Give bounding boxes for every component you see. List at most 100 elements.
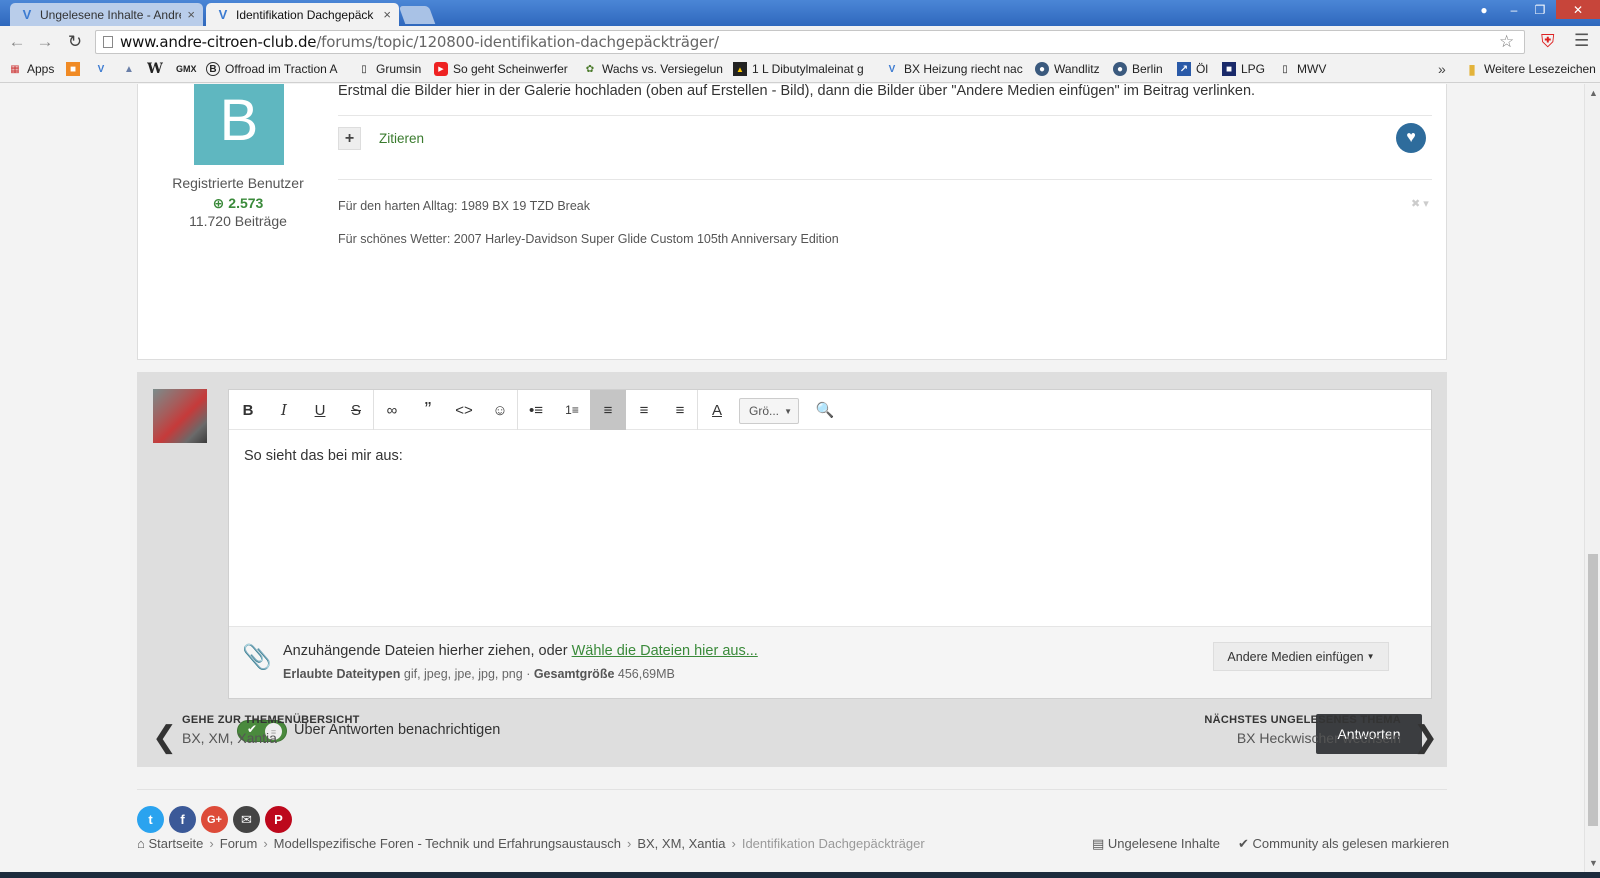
shop-icon: ▲ xyxy=(733,62,747,76)
bookmark-dibutyl[interactable]: ▲ 1 L Dibutylmaleinat g xyxy=(733,62,864,76)
plus-circle-icon: ⊕ xyxy=(212,195,229,211)
tab-close-icon[interactable]: × xyxy=(187,7,195,22)
bookmark-oel[interactable]: ↗ Öl xyxy=(1177,62,1208,76)
next-topic-link[interactable]: NÄCHSTES UNGELESENES THEMA BX Heckwische… xyxy=(1190,714,1401,746)
new-tab-button[interactable] xyxy=(398,6,436,24)
url-path: /forums/topic/120800-identifikation-dach… xyxy=(316,33,719,51)
breadcrumb-item[interactable]: Startseite xyxy=(148,836,203,851)
breadcrumb-separator: › xyxy=(263,836,268,851)
google-plus-share-icon[interactable]: G+ xyxy=(201,806,228,833)
link-icon[interactable]: ∞ xyxy=(374,390,410,430)
browser-menu-icon[interactable]: ☰ xyxy=(1574,31,1594,51)
underline-icon[interactable]: U xyxy=(302,390,338,430)
bookmark-wikipedia[interactable]: W xyxy=(147,61,167,77)
font-size-label: Grö... xyxy=(749,404,780,418)
divider xyxy=(137,789,1447,790)
b-circle-icon: B xyxy=(206,62,220,76)
bookmark-page-icon: ▲ xyxy=(124,63,134,75)
font-size-dropdown[interactable]: Grö... ▼ xyxy=(739,398,799,424)
address-bar[interactable]: www.andre-citroen-club.de/forums/topic/1… xyxy=(95,30,1525,54)
like-heart-icon[interactable]: ♥ xyxy=(1396,123,1426,153)
bookmark-wachs[interactable]: ✿ Wachs vs. Versiegelun xyxy=(583,62,723,76)
page-scrollbar[interactable]: ▲ ▼ xyxy=(1584,84,1600,872)
scroll-thumb[interactable] xyxy=(1588,554,1598,826)
user-profile-icon[interactable]: ● xyxy=(1471,0,1497,19)
choose-files-link[interactable]: Wähle die Dateien hier aus... xyxy=(572,643,758,659)
bookmark-folder-other[interactable]: ▮ Weitere Lesezeichen xyxy=(1465,61,1596,77)
scroll-down-icon[interactable]: ▼ xyxy=(1589,858,1598,868)
bookmark-orange[interactable]: ■ xyxy=(66,62,85,76)
caret-down-icon: ▼ xyxy=(1366,652,1375,661)
mark-community-read-link[interactable]: Community als gelesen markieren xyxy=(1253,836,1450,851)
chevron-right-icon[interactable]: ❯ xyxy=(1413,720,1438,755)
author-avatar[interactable]: B xyxy=(194,84,284,165)
shield-extension-icon[interactable]: ⛨ xyxy=(1541,31,1563,53)
scroll-up-icon[interactable]: ▲ xyxy=(1589,88,1598,98)
prev-topic-label: GEHE ZUR THEMENÜBERSICHT xyxy=(182,714,360,726)
editor-content[interactable]: So sieht das bei mir aus: xyxy=(244,448,403,464)
preview-icon[interactable]: 🔍 xyxy=(807,390,843,430)
email-share-icon[interactable]: ✉ xyxy=(233,806,260,833)
bulleted-list-icon[interactable]: •≡ xyxy=(518,390,554,430)
pinterest-share-icon[interactable]: P xyxy=(265,806,292,833)
breadcrumb: ⌂ Startseite › Forum › Modellspezifische For… xyxy=(137,836,925,851)
breadcrumb-item[interactable]: BX, XM, Xantia xyxy=(637,836,725,851)
facebook-share-icon[interactable]: f xyxy=(169,806,196,833)
bookmark-mwv[interactable]: ▯ MWV xyxy=(1278,62,1326,76)
bookmarks-bar: ▦ Apps ■ V ▲ W GMX B Offroad im Traction… xyxy=(0,58,1600,83)
bookmark-lpg[interactable]: ■ LPG xyxy=(1222,62,1265,76)
align-left-icon[interactable]: ≡ xyxy=(590,390,626,430)
attach-instruction: Anzuhängende Dateien hierher ziehen, ode… xyxy=(283,643,572,659)
window-close-icon[interactable]: ✕ xyxy=(1556,0,1600,19)
bookmark-grumsin[interactable]: ▯ Grumsin xyxy=(357,62,421,76)
forum-post: B Registrierte Benutzer ⊕ 2.573 11.720 B… xyxy=(137,84,1447,360)
quote-link[interactable]: Zitieren xyxy=(379,131,424,146)
bookmark-gmx[interactable]: GMX xyxy=(176,62,202,76)
emoji-icon[interactable]: ☺ xyxy=(482,390,518,430)
total-size: 456,69MB xyxy=(617,667,675,681)
forward-arrow-icon[interactable]: → xyxy=(34,31,56,53)
bookmark-v[interactable]: V xyxy=(94,62,113,76)
multiquote-plus-button[interactable]: + xyxy=(338,127,361,150)
restore-icon[interactable]: ❐ xyxy=(1527,0,1553,19)
box-icon: ■ xyxy=(1222,62,1236,76)
align-right-icon[interactable]: ≡ xyxy=(662,390,698,430)
bookmark-wandlitz[interactable]: ● Wandlitz xyxy=(1035,62,1100,76)
twitter-share-icon[interactable]: t xyxy=(137,806,164,833)
insert-other-media-button[interactable]: Andere Medien einfügen ▼ xyxy=(1213,642,1389,671)
gmx-icon: GMX xyxy=(176,64,197,74)
bookmark-page[interactable]: ▲ xyxy=(122,62,141,76)
browser-tab-topic[interactable]: V Identifikation Dachgepäck × xyxy=(206,3,399,26)
code-icon[interactable]: <> xyxy=(446,390,482,430)
strikethrough-icon[interactable]: S xyxy=(338,390,374,430)
reload-icon[interactable]: ↻ xyxy=(64,31,86,53)
breadcrumb-item[interactable]: Modellspezifische Foren - Technik und Er… xyxy=(274,836,621,851)
minimize-icon[interactable]: – xyxy=(1501,0,1527,19)
italic-icon[interactable]: I xyxy=(266,390,302,430)
numbered-list-icon[interactable]: 1≡ xyxy=(554,390,590,430)
user-avatar[interactable] xyxy=(153,389,207,443)
bookmark-youtube[interactable]: ▶ So geht Scheinwerfer xyxy=(434,62,568,76)
prev-topic-link[interactable]: GEHE ZUR THEMENÜBERSICHT BX, XM, Xantia xyxy=(182,714,360,746)
bookmark-orange-icon: ■ xyxy=(66,62,80,76)
chevron-left-icon[interactable]: ❮ xyxy=(152,720,177,755)
bookmark-apps[interactable]: ▦ Apps xyxy=(8,62,54,76)
text-color-icon[interactable]: A xyxy=(699,390,735,430)
breadcrumb-item[interactable]: Forum xyxy=(220,836,258,851)
editor-toolbar: B I U S ∞ ” <> ☺ •≡ 1≡ ≡ ≡ ≡ A Grö... ▼ xyxy=(229,390,1431,430)
bookmark-berlin[interactable]: ● Berlin xyxy=(1113,62,1163,76)
unread-content-link[interactable]: Ungelesene Inhalte xyxy=(1108,836,1220,851)
author-group: Registrierte Benutzer xyxy=(172,175,304,191)
browser-tab-unread[interactable]: V Ungelesene Inhalte - Andre × xyxy=(10,3,203,26)
back-arrow-icon[interactable]: ← xyxy=(6,31,28,53)
tab-close-icon[interactable]: × xyxy=(383,7,391,22)
bookmark-offroad[interactable]: B Offroad im Traction A xyxy=(206,62,338,76)
quote-icon[interactable]: ” xyxy=(410,390,446,430)
hide-signature-icon[interactable]: ✖ ▾ xyxy=(1411,197,1429,210)
align-center-icon[interactable]: ≡ xyxy=(626,390,662,430)
bookmarks-more-icon[interactable]: » xyxy=(1438,61,1446,77)
bookmark-bx-heizung[interactable]: V BX Heizung riecht nac xyxy=(885,62,1023,76)
bold-icon[interactable]: B xyxy=(230,390,266,430)
check-icon: ✔ xyxy=(1238,836,1249,851)
bookmark-star-icon[interactable]: ☆ xyxy=(1499,31,1514,53)
